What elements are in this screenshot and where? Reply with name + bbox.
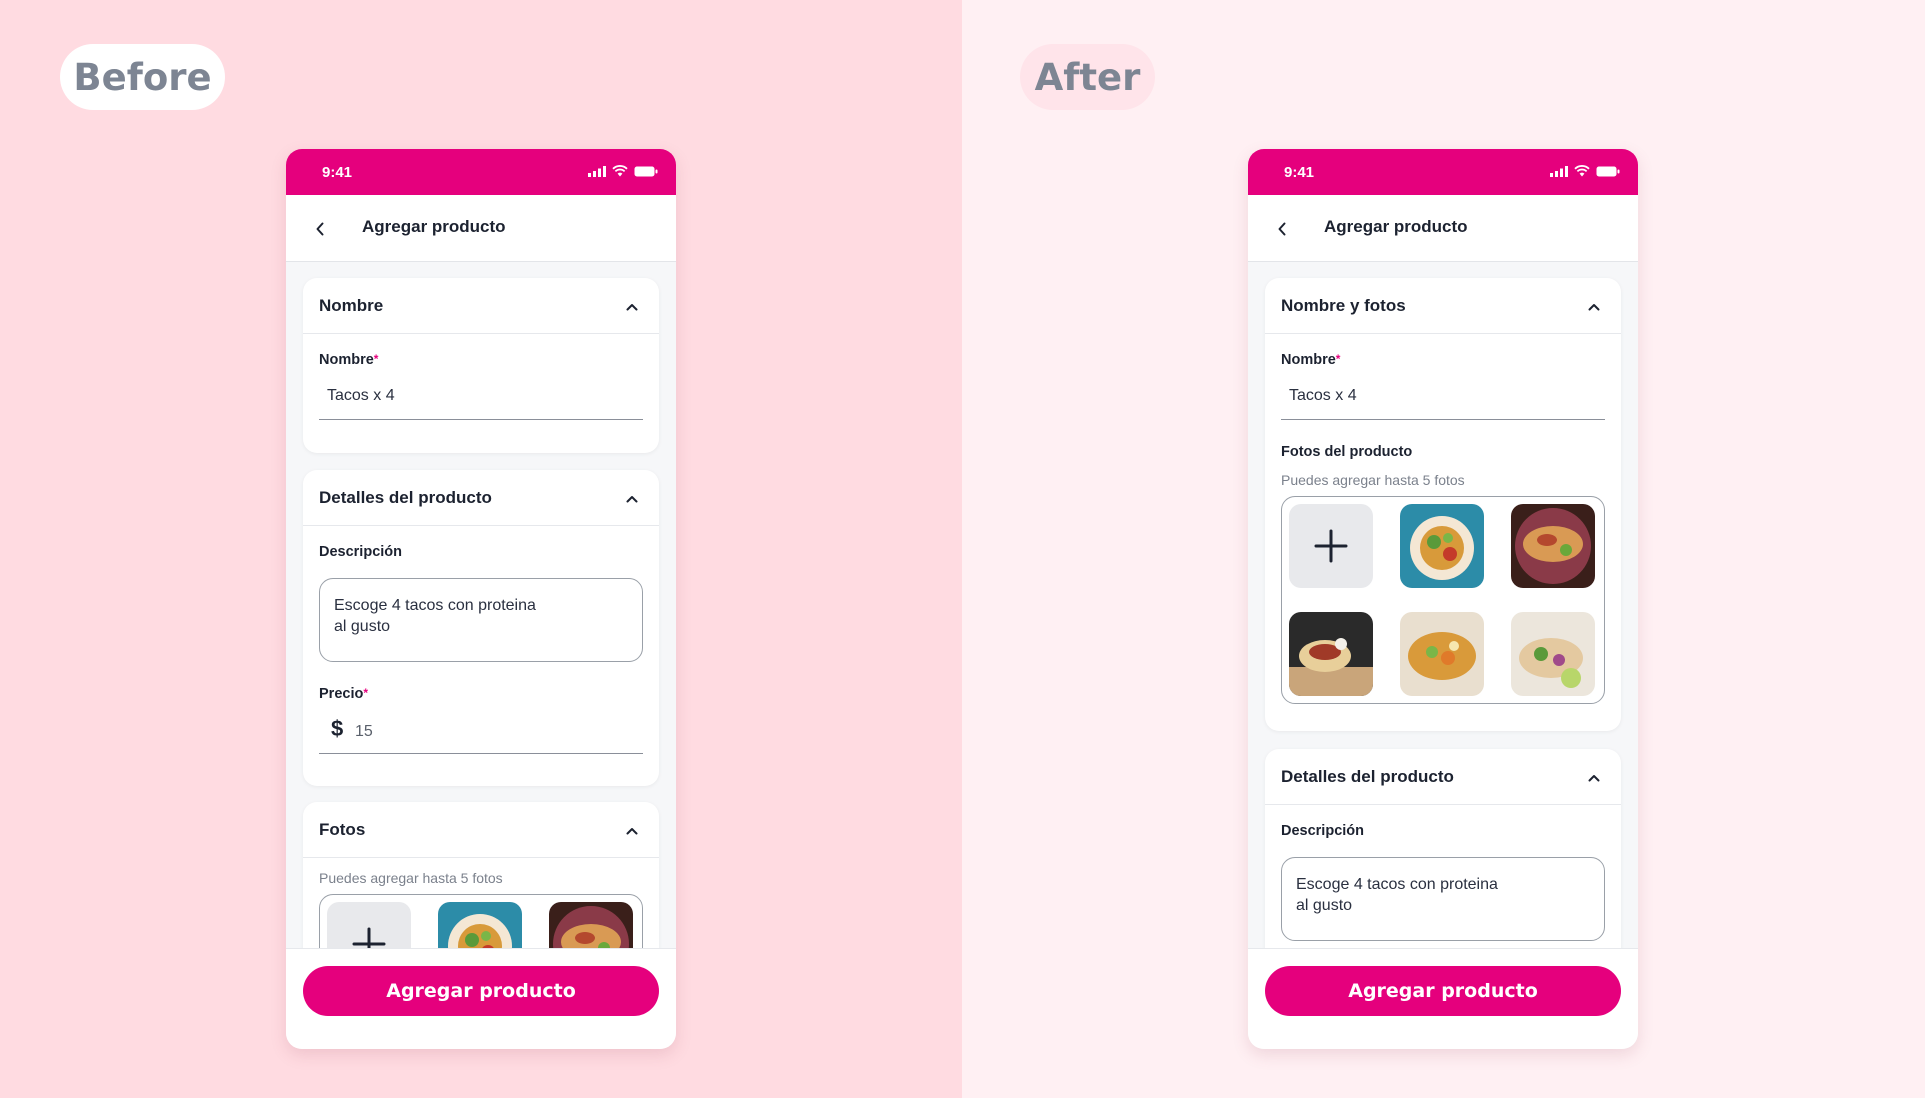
descripcion-textarea[interactable]: Escoge 4 tacos con proteina al gusto [319, 578, 643, 662]
photo-grid [319, 894, 643, 948]
before-label: Before [60, 44, 225, 110]
signal-icon [588, 165, 606, 177]
fotos-section-header[interactable]: Fotos [303, 802, 659, 858]
bottom-action-bar: Agregar producto [286, 948, 676, 1049]
detalles-section-header[interactable]: Detalles del producto [303, 470, 659, 526]
photo-grid [1281, 496, 1605, 704]
descripcion-label: Descripción [1281, 823, 1364, 839]
nombre-section-card: Nombre Nombre* Tacos x 4 [303, 278, 659, 453]
chevron-up-icon[interactable] [1587, 771, 1601, 785]
photo-thumbnail[interactable] [1511, 612, 1595, 696]
page-title: Agregar producto [1324, 217, 1468, 236]
descripcion-textarea[interactable]: Escoge 4 tacos con proteina al gusto [1281, 857, 1605, 941]
photo-thumbnail[interactable] [1400, 612, 1484, 696]
nombre-input[interactable]: Tacos x 4 [319, 374, 643, 420]
after-label: After [1020, 44, 1155, 110]
chevron-up-icon[interactable] [625, 824, 639, 838]
precio-input-value: 15 [355, 723, 373, 740]
section-title: Detalles del producto [319, 488, 492, 507]
photo-thumbnail[interactable] [1511, 504, 1595, 588]
precio-input[interactable]: $ 15 [319, 708, 643, 754]
nombre-input-value: Tacos x 4 [1289, 387, 1357, 404]
page-title: Agregar producto [362, 217, 506, 236]
signal-icon [1550, 165, 1568, 177]
battery-icon [634, 166, 658, 176]
status-icons [588, 165, 658, 177]
add-photo-button[interactable] [327, 902, 411, 948]
back-button[interactable] [308, 217, 332, 241]
nombre-field-label: Nombre* [1281, 352, 1341, 368]
section-title: Nombre y fotos [1281, 296, 1406, 315]
nombre-input[interactable]: Tacos x 4 [1281, 374, 1605, 420]
photo-thumbnail[interactable] [1400, 504, 1484, 588]
bottom-action-bar: Agregar producto [1248, 948, 1638, 1049]
chevron-up-icon[interactable] [625, 492, 639, 506]
back-button[interactable] [1270, 217, 1294, 241]
section-title: Detalles del producto [1281, 767, 1454, 786]
chevron-up-icon[interactable] [1587, 300, 1601, 314]
precio-label: Precio* [319, 686, 369, 702]
top-navigation-bar: Agregar producto [286, 195, 676, 262]
back-chevron-icon [1278, 222, 1286, 236]
fotos-section-card: Fotos Puedes agregar hasta 5 fotos [303, 802, 659, 948]
chevron-up-icon[interactable] [625, 300, 639, 314]
before-phone: 9:41 Agregar producto Nombre Nombre* Tac… [286, 149, 676, 1049]
wifi-icon [1574, 165, 1590, 177]
form-scroll-area[interactable]: Nombre y fotos Nombre* Tacos x 4 Fotos d… [1248, 262, 1638, 948]
status-bar: 9:41 [286, 149, 676, 195]
detalles-section-header[interactable]: Detalles del producto [1265, 749, 1621, 805]
photo-thumbnail[interactable] [549, 902, 633, 948]
agregar-producto-button[interactable]: Agregar producto [1265, 966, 1621, 1016]
top-navigation-bar: Agregar producto [1248, 195, 1638, 262]
back-chevron-icon [316, 222, 324, 236]
section-title: Nombre [319, 296, 384, 315]
nombre-field-label: Nombre* [319, 352, 379, 368]
detalles-section-card: Detalles del producto Descripción Escoge… [303, 470, 659, 786]
nombre-section-header[interactable]: Nombre [303, 278, 659, 334]
photo-thumbnail[interactable] [438, 902, 522, 948]
battery-icon [1596, 166, 1620, 176]
after-phone: 9:41 Agregar producto Nombre y fotos Nom… [1248, 149, 1638, 1049]
nombre-input-value: Tacos x 4 [327, 387, 395, 404]
plus-icon [1314, 529, 1348, 563]
status-time: 9:41 [322, 164, 353, 181]
add-photo-button[interactable] [1289, 504, 1373, 588]
plus-icon [352, 927, 386, 948]
detalles-section-card: Detalles del producto Descripción Escoge… [1265, 749, 1621, 948]
dollar-icon: $ [331, 716, 344, 741]
photo-thumbnail[interactable] [1289, 612, 1373, 696]
status-icons [1550, 165, 1620, 177]
fotos-producto-label: Fotos del producto [1281, 444, 1413, 460]
fotos-hint: Puedes agregar hasta 5 fotos [319, 870, 503, 886]
fotos-hint: Puedes agregar hasta 5 fotos [1281, 472, 1465, 488]
descripcion-label: Descripción [319, 544, 402, 560]
nombre-fotos-section-card: Nombre y fotos Nombre* Tacos x 4 Fotos d… [1265, 278, 1621, 731]
form-scroll-area[interactable]: Nombre Nombre* Tacos x 4 Detalles del pr… [286, 262, 676, 948]
section-title: Fotos [319, 820, 366, 839]
status-bar: 9:41 [1248, 149, 1638, 195]
status-time: 9:41 [1284, 164, 1315, 181]
agregar-producto-button[interactable]: Agregar producto [303, 966, 659, 1016]
nombre-fotos-section-header[interactable]: Nombre y fotos [1265, 278, 1621, 334]
wifi-icon [612, 165, 628, 177]
